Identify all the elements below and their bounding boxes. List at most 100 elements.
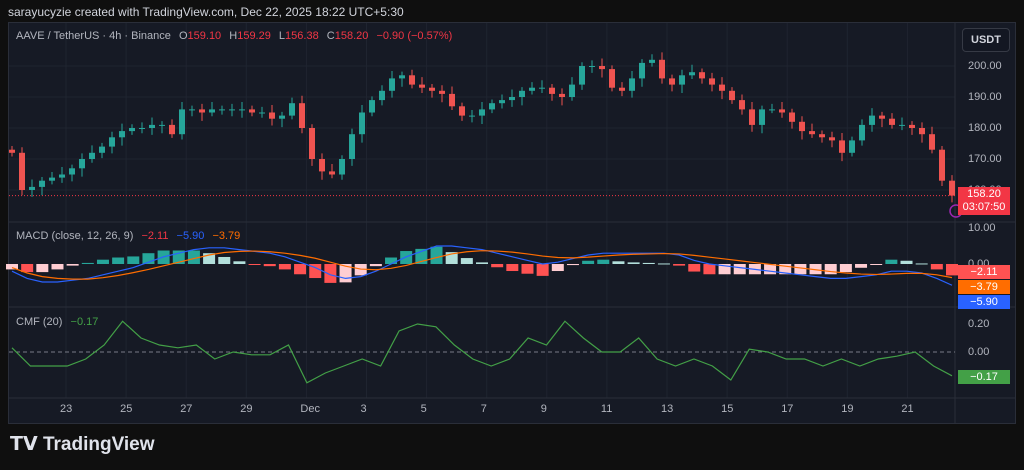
candle — [139, 128, 145, 129]
candle — [779, 109, 785, 113]
last-price: 158.20 — [967, 188, 1001, 200]
candle — [19, 152, 25, 190]
open-value: 159.10 — [187, 30, 222, 42]
macd-histogram-bar — [491, 264, 504, 268]
close-value: 158.20 — [334, 30, 369, 42]
candle — [149, 124, 155, 128]
macd-histogram-bar — [112, 257, 125, 264]
open-label: O — [178, 30, 188, 42]
macd-legend: MACD (close, 12, 26, 9) −2.11 −5.90 −3.7… — [16, 230, 245, 242]
candle — [429, 87, 435, 91]
macd-hist-value: −2.11 — [141, 230, 169, 242]
candle — [769, 109, 775, 111]
macd-histogram-bar — [597, 259, 610, 264]
macd-histogram-bar — [733, 264, 746, 275]
logo-text: TradingView — [42, 434, 155, 455]
macd-histogram-bar — [51, 264, 64, 270]
time-tick: 11 — [600, 403, 613, 415]
candle — [469, 115, 475, 117]
candle — [529, 87, 535, 91]
macd-histogram-bar — [566, 264, 579, 266]
candle — [69, 168, 75, 175]
candle — [329, 171, 335, 175]
last-price-tag: 158.20 03:07:50 — [958, 187, 1010, 215]
macd-histogram-bar — [900, 260, 913, 264]
candle — [729, 90, 735, 101]
candle — [579, 66, 585, 85]
candle — [49, 177, 55, 181]
candle — [449, 93, 455, 107]
candle — [689, 72, 695, 76]
macd-signal-tag: −3.79 — [958, 280, 1010, 294]
time-tick: 15 — [721, 403, 734, 415]
candle — [389, 78, 395, 91]
time-tick: 17 — [781, 403, 794, 415]
candle — [889, 118, 895, 125]
low-value: 156.38 — [285, 30, 319, 42]
candle — [399, 75, 405, 79]
cmf-legend: CMF (20) −0.17 — [16, 316, 103, 328]
candle — [369, 100, 375, 113]
candle — [869, 115, 875, 125]
cmf-tick: 0.00 — [968, 346, 990, 358]
candle — [519, 90, 525, 97]
price-tick: 180.00 — [968, 122, 1002, 134]
time-tick: 29 — [240, 403, 253, 415]
candle — [719, 84, 725, 91]
candle — [639, 62, 645, 79]
candle — [629, 78, 635, 91]
cmf-title[interactable]: CMF (20) — [16, 316, 62, 328]
macd-histogram-bar — [673, 264, 686, 266]
candle — [739, 100, 745, 110]
change-value: −0.90 (−0.57%) — [376, 30, 453, 42]
candle — [9, 149, 15, 153]
macd-histogram-bar — [612, 261, 625, 264]
candle — [819, 134, 825, 138]
close-label: C — [326, 30, 335, 42]
bar-countdown: 03:07:50 — [962, 201, 1006, 213]
candle — [179, 109, 185, 135]
macd-histogram-bar — [794, 264, 807, 275]
macd-histogram-bar — [870, 264, 883, 265]
macd-histogram-bar — [627, 262, 640, 264]
macd-histogram-bar — [551, 264, 564, 272]
candle — [549, 87, 555, 94]
macd-histogram-bar — [218, 256, 231, 264]
candle — [589, 66, 595, 67]
tradingview-logo[interactable]: 𝗧𝗩 TradingView — [10, 433, 155, 456]
candle — [949, 180, 955, 196]
time-tick: Dec — [300, 403, 320, 415]
candle — [699, 72, 705, 79]
currency-button[interactable]: USDT — [962, 28, 1010, 52]
symbol-name[interactable]: AAVE / TetherUS · 4h · Binance — [16, 30, 171, 42]
price-tick: 200.00 — [968, 60, 1002, 72]
candle — [509, 97, 515, 101]
candle — [859, 124, 865, 141]
candle — [269, 112, 275, 119]
candle — [899, 124, 905, 126]
candle — [299, 103, 305, 128]
candle — [119, 131, 125, 138]
candle — [479, 109, 485, 116]
macd-histogram-bar — [278, 264, 291, 270]
candle — [569, 84, 575, 97]
cmf-tag: −0.17 — [958, 370, 1010, 384]
candle — [499, 100, 505, 104]
candle — [619, 87, 625, 91]
macd-histogram-bar — [536, 264, 549, 276]
candle — [349, 134, 355, 159]
macd-histogram-bar — [657, 263, 670, 265]
tv-logo-icon: 𝗧𝗩 — [10, 434, 43, 455]
time-tick: 23 — [60, 403, 73, 415]
candle — [279, 115, 285, 119]
macd-histogram-bar — [824, 264, 837, 275]
price-tick: 190.00 — [968, 91, 1002, 103]
macd-histogram-bar — [703, 264, 716, 275]
candle — [679, 75, 685, 85]
candle — [559, 93, 565, 97]
candle — [359, 112, 365, 135]
macd-title[interactable]: MACD (close, 12, 26, 9) — [16, 230, 133, 242]
time-tick: 27 — [180, 403, 193, 415]
candle — [239, 109, 245, 111]
macd-hist-tag: −2.11 — [958, 265, 1010, 279]
